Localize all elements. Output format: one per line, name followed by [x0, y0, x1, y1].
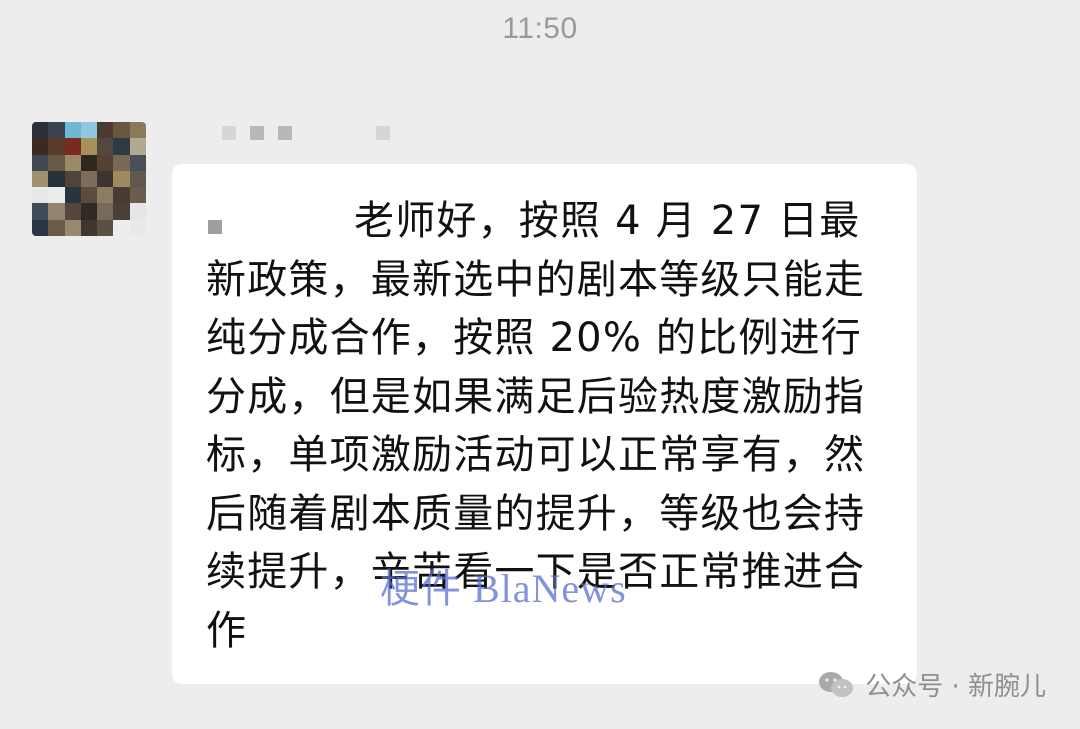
avatar-mosaic-cell [113, 203, 130, 220]
avatar-mosaic-cell [64, 203, 81, 220]
footer-watermark: 公众号 · 新腕儿 [817, 666, 1046, 703]
avatar-mosaic-cell [64, 219, 81, 236]
avatar-mosaic-cell [64, 138, 81, 155]
avatar-mosaic-cell [129, 170, 146, 188]
redaction-pixel [208, 220, 222, 234]
avatar-mosaic-cell [48, 187, 65, 204]
avatar-mosaic-cell [32, 203, 49, 220]
avatar-mosaic-cell [80, 187, 98, 204]
avatar-mosaic-cell [32, 122, 49, 139]
avatar-mosaic-cell [80, 170, 98, 188]
avatar-mosaic-cell [129, 203, 146, 220]
avatar-mosaic-cell [64, 122, 81, 139]
message-bubble[interactable]: 老师好，按照 4 月 27 日最新政策，最新选中的剧本等级只能走纯分成合作，按照… [172, 164, 917, 684]
avatar-mosaic-cell [97, 154, 114, 171]
avatar-mosaic-cell [80, 122, 98, 139]
sender-name-redacted [222, 126, 390, 140]
message-timestamp: 11:50 [502, 12, 578, 45]
avatar-mosaic-cell [129, 122, 146, 139]
redaction-block [278, 126, 292, 140]
redaction-block [376, 126, 390, 140]
avatar-mosaic-cell [80, 219, 98, 236]
avatar-mosaic-cell [32, 219, 49, 236]
avatar-mosaic-cell [129, 154, 146, 171]
avatar-mosaic-cell [113, 138, 130, 155]
redaction-block [222, 126, 236, 140]
avatar-mosaic-cell [97, 170, 114, 188]
avatar-mosaic-cell [80, 203, 98, 220]
message-text: 老师好，按照 4 月 27 日最新政策，最新选中的剧本等级只能走纯分成合作，按照… [206, 198, 866, 654]
avatar-mosaic-cell [48, 219, 65, 236]
avatar-mosaic-cell [48, 203, 65, 220]
avatar-mosaic-cell [48, 154, 65, 171]
avatar-mosaic-cell [97, 138, 114, 155]
avatar-mosaic-cell [113, 219, 130, 236]
avatar-mosaic-cell [113, 122, 130, 139]
avatar-mosaic-cell [48, 170, 65, 188]
avatar-mosaic-cell [64, 187, 81, 204]
avatar-mosaic-cell [32, 138, 49, 155]
avatar-mosaic-cell [97, 219, 114, 236]
wechat-icon [819, 671, 854, 697]
redaction-block [250, 126, 264, 140]
avatar-mosaic-cell [80, 138, 98, 155]
avatar-mosaic-cell [129, 187, 146, 204]
avatar-mosaic-cell [32, 170, 49, 188]
avatar-mosaic-cell [48, 138, 65, 155]
avatar-mosaic-cell [64, 154, 81, 171]
avatar-mosaic-cell [97, 122, 114, 139]
avatar-mosaic-cell [113, 154, 130, 171]
avatar-mosaic-cell [48, 122, 65, 139]
avatar-mosaic-cell [129, 219, 146, 236]
avatar-mosaic-cell [129, 138, 146, 155]
footer-watermark-text: 公众号 · 新腕儿 [865, 672, 1046, 702]
avatar-mosaic-cell [64, 170, 81, 188]
avatar-mosaic-cell [32, 154, 49, 171]
avatar-mosaic-cell [97, 203, 114, 220]
avatar-mosaic-cell [113, 187, 130, 204]
avatar-mosaic-cell [97, 187, 114, 204]
avatar-mosaic-cell [32, 187, 49, 204]
avatar-mosaic-cell [113, 170, 130, 188]
avatar-mosaic-cell [80, 154, 98, 171]
sender-avatar[interactable] [32, 122, 146, 236]
